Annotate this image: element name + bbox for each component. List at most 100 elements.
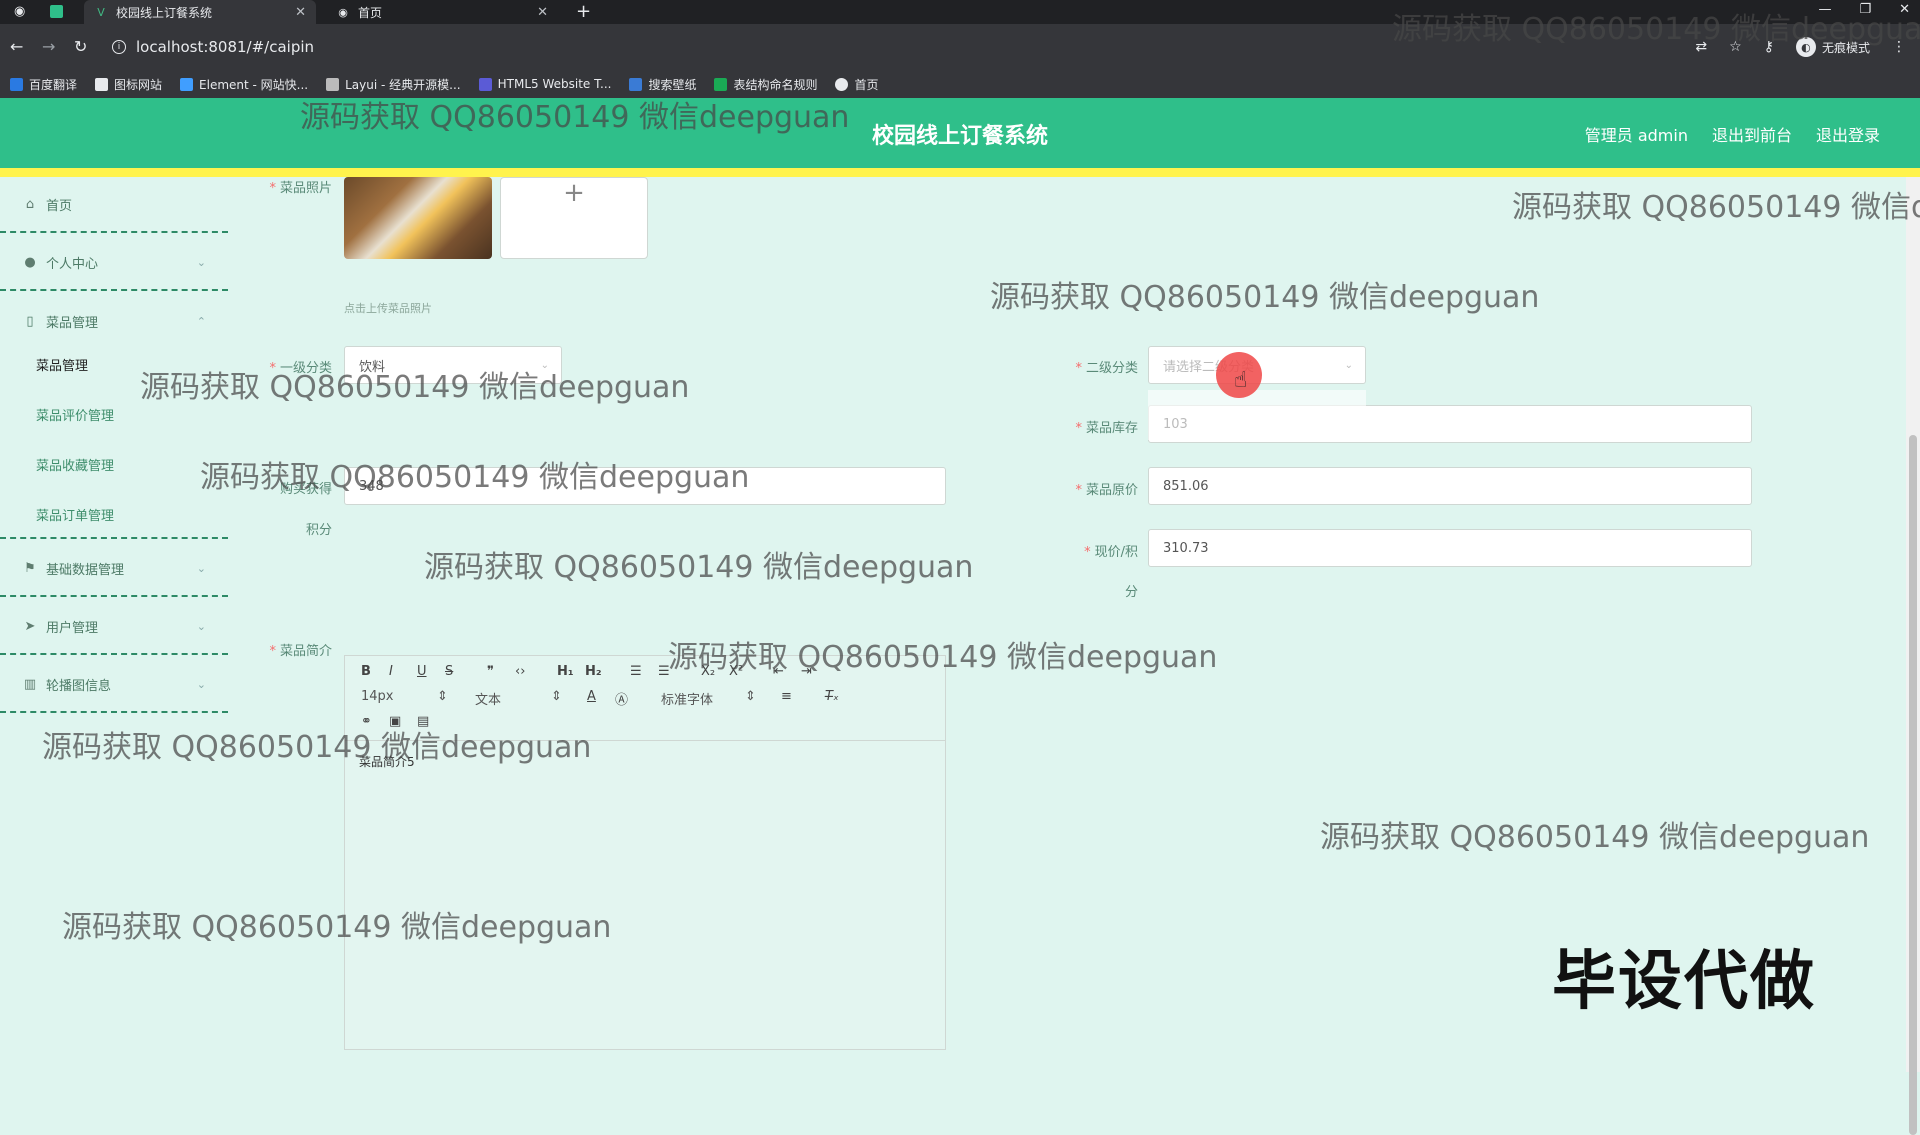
translate-bookmark-icon: [10, 77, 23, 91]
italic-icon[interactable]: I: [389, 664, 393, 679]
bookmark-label: HTML5 Website T...: [497, 77, 612, 91]
cat1-select[interactable]: 饮料 ⌄: [344, 346, 562, 384]
bookmark-item[interactable]: 首页: [835, 76, 879, 93]
bookmark-item[interactable]: 搜索壁纸: [629, 76, 696, 93]
tab-home[interactable]: ◉ 首页 ✕: [326, 0, 558, 24]
underline-icon[interactable]: U: [417, 664, 427, 679]
send-icon: ➤: [24, 618, 36, 634]
link-icon[interactable]: ⚭: [361, 714, 372, 729]
sidebar-item-users[interactable]: ➤ 用户管理 ⌄: [0, 599, 228, 655]
chevron-down-icon: ⌄: [196, 561, 206, 575]
key-icon[interactable]: ⚷: [1764, 39, 1774, 55]
url-field[interactable]: i localhost:8081/#/caipin: [112, 32, 1672, 62]
editor-content[interactable]: 菜品简介5: [345, 741, 945, 782]
browser-tab-bar: ◉ V 校园线上订餐系统 ✕ ◉ 首页 ✕ + — ❐ ✕: [0, 0, 1920, 24]
sidebar-item-home[interactable]: ⌂ 首页: [0, 177, 228, 233]
tab-title: 首页: [358, 5, 383, 20]
chevron-down-icon: ⌄: [196, 255, 206, 269]
orig-price-input[interactable]: 851.06: [1148, 467, 1752, 505]
reload-icon[interactable]: ↻: [74, 37, 87, 56]
chevron-down-icon: ⌄: [196, 619, 206, 633]
bookmark-item[interactable]: Element - 网站快...: [180, 76, 308, 93]
url-text: localhost:8081/#/caipin: [136, 38, 315, 56]
clear-format-icon[interactable]: T̶ₓ: [825, 689, 839, 704]
sidebar-item-basic-data[interactable]: ⚑ 基础数据管理 ⌄: [0, 541, 228, 597]
translate-icon[interactable]: ⇄: [1695, 39, 1707, 55]
scrollbar-thumb[interactable]: [1909, 435, 1917, 1135]
bullet-list-icon[interactable]: ☰: [658, 664, 670, 679]
restore-icon[interactable]: ❐: [1859, 2, 1871, 17]
sidebar-subitem-order[interactable]: 菜品订单管理: [36, 505, 114, 524]
quote-icon[interactable]: ❞: [487, 664, 494, 679]
vue-icon: V: [97, 5, 105, 19]
bookmark-item[interactable]: Layui - 经典开源模...: [326, 76, 461, 93]
watermark-text: 源码获取 QQ86050149 微信deepguan: [424, 550, 974, 585]
required-mark: *: [1084, 545, 1091, 560]
close-window-icon[interactable]: ✕: [1899, 2, 1910, 17]
h1-icon[interactable]: H₁: [557, 664, 574, 679]
photo-label: * 菜品照片: [262, 177, 332, 196]
bookmark-item[interactable]: HTML5 Website T...: [478, 77, 612, 91]
close-tab-icon[interactable]: ✕: [537, 5, 548, 20]
required-mark: *: [269, 361, 276, 376]
align-icon[interactable]: ≡: [781, 689, 792, 704]
scrollbar[interactable]: [1906, 177, 1920, 1135]
sidebar-item-label: 轮播图信息: [46, 678, 112, 694]
more-icon[interactable]: ⋮: [1892, 39, 1906, 55]
ordered-list-icon[interactable]: ☰: [630, 664, 642, 679]
hand-cursor-icon: ☝: [1234, 368, 1248, 393]
font-size-select[interactable]: 14px: [361, 689, 394, 704]
back-icon[interactable]: ←: [10, 37, 23, 56]
incognito-icon: ◐: [1795, 37, 1816, 57]
star-icon[interactable]: ☆: [1729, 39, 1742, 55]
browser-menu-icon[interactable]: ◉: [14, 4, 25, 19]
promo-stamp: 毕设代做: [1552, 945, 1816, 1019]
outdent-icon[interactable]: ⇤: [773, 664, 784, 679]
tab-app[interactable]: V 校园线上订餐系统 ✕: [84, 0, 316, 24]
info-icon[interactable]: i: [112, 40, 126, 54]
dish-photo[interactable]: [344, 177, 492, 259]
indent-icon[interactable]: ⇥: [801, 664, 812, 679]
sidebar-item-personal[interactable]: ● 个人中心 ⌄: [0, 235, 228, 291]
bookmark-label: 表结构命名规则: [733, 77, 818, 92]
sidebar-item-carousel[interactable]: ▥ 轮播图信息 ⌄: [0, 657, 228, 713]
background-color-icon[interactable]: Ⓐ: [615, 689, 628, 708]
sidebar-subitem-favorite[interactable]: 菜品收藏管理: [36, 455, 114, 474]
back-to-front-link[interactable]: 退出到前台: [1712, 122, 1792, 146]
now-price-value: 310.73: [1163, 540, 1209, 556]
code-icon[interactable]: ‹›: [515, 664, 525, 679]
new-tab-icon[interactable]: +: [576, 1, 591, 22]
close-tab-icon[interactable]: ✕: [295, 5, 306, 20]
bold-icon[interactable]: B: [361, 664, 371, 679]
sidebar-subitem-review[interactable]: 菜品评价管理: [36, 405, 114, 424]
video-icon[interactable]: ▤: [417, 714, 429, 729]
font-family-select[interactable]: 标准字体: [661, 689, 713, 708]
strike-icon[interactable]: S: [445, 664, 453, 679]
required-mark: *: [269, 181, 276, 196]
superscript-icon[interactable]: X²: [729, 664, 743, 679]
block-format-select[interactable]: 文本: [475, 689, 501, 708]
image-icon[interactable]: ▣: [389, 714, 401, 729]
forward-icon[interactable]: →: [42, 37, 55, 56]
required-mark: *: [269, 644, 276, 659]
font-size-arrow-icon: ⇕: [437, 689, 448, 704]
rich-text-editor[interactable]: B I U S ❞ ‹› H₁ H₂ ☰ ☰ X₂ X² ⇤ ⇥ 14px ⇕ …: [344, 655, 946, 1050]
subscript-icon[interactable]: X₂: [701, 664, 715, 679]
sidebar-item-dish-management[interactable]: ▯ 菜品管理 ⌃: [0, 293, 228, 349]
minimize-icon[interactable]: —: [1818, 2, 1831, 17]
now-price-input[interactable]: 310.73: [1148, 529, 1752, 567]
app-icon[interactable]: [50, 5, 63, 18]
bookmark-item[interactable]: 图标网站: [95, 76, 162, 93]
sidebar-subitem-dish[interactable]: 菜品管理: [36, 355, 88, 374]
logout-link[interactable]: 退出登录: [1816, 122, 1880, 146]
upload-photo-button[interactable]: +: [500, 177, 648, 259]
bookmark-item[interactable]: 百度翻译: [10, 76, 77, 93]
intro-text: 菜品简介5: [359, 755, 415, 769]
sidebar-item-label: 用户管理: [46, 620, 99, 636]
h2-icon[interactable]: H₂: [585, 664, 602, 679]
font-color-icon[interactable]: A: [587, 689, 596, 704]
points-input[interactable]: 348: [344, 467, 946, 505]
incognito-badge[interactable]: ◐ 无痕模式: [1795, 37, 1870, 57]
home-icon: ⌂: [25, 196, 35, 212]
bookmark-item[interactable]: 表结构命名规则: [714, 76, 817, 93]
